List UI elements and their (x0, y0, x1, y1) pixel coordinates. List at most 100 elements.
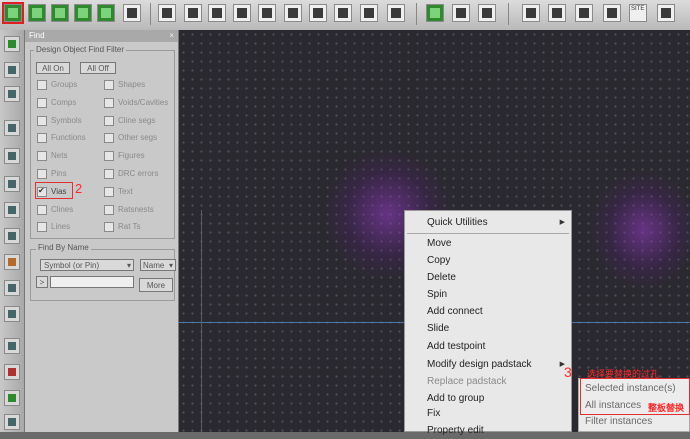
menu-item-copy[interactable]: Copy (405, 252, 571, 269)
object-type-select[interactable]: Symbol (or Pin) ▾ (40, 259, 134, 271)
checkbox-box[interactable] (104, 133, 114, 144)
chart-icon[interactable] (522, 4, 540, 22)
hexagon-icon[interactable] (334, 4, 352, 22)
checkbox-box[interactable] (104, 151, 114, 162)
filter-comps-checkbox[interactable]: Comps (37, 97, 76, 108)
find-arrow-button[interactable]: > (36, 276, 48, 288)
checkbox-box[interactable] (37, 133, 47, 144)
filter-pins-checkbox[interactable]: Pins (37, 169, 67, 179)
site-icon[interactable]: SITE (629, 4, 647, 22)
more-button[interactable]: More (139, 278, 173, 292)
menu-item-add-testpoint[interactable]: Add testpoint (405, 338, 571, 355)
step-2-annotation: 2 (75, 181, 83, 196)
all-off-button[interactable]: All Off (80, 62, 116, 74)
menu-item-spin[interactable]: Spin (405, 286, 571, 303)
dimension-icon[interactable] (478, 4, 496, 22)
measure-icon[interactable] (452, 4, 470, 22)
route-icon[interactable] (4, 120, 20, 136)
checkbox-box[interactable] (37, 97, 47, 108)
filter-cline-segs-checkbox[interactable]: Cline segs (104, 115, 155, 126)
filter-clines-checkbox[interactable]: Clines (37, 204, 73, 215)
menu-item-label: Add testpoint (427, 341, 486, 352)
checkbox-box[interactable] (37, 222, 47, 233)
find-name-input[interactable] (50, 276, 134, 288)
select-all-icon[interactable] (2, 2, 24, 24)
menu-item-fix[interactable]: Fix (405, 405, 571, 422)
filter-voids-cavities-checkbox[interactable]: Voids/Cavities (104, 97, 168, 108)
rotate-icon[interactable] (284, 4, 302, 22)
layer-icon[interactable] (97, 4, 115, 22)
checkbox-label: Figures (118, 151, 145, 161)
checkbox-box[interactable] (104, 222, 114, 233)
name-type-select[interactable]: Name ▾ (140, 259, 176, 271)
blank-tool-icon[interactable] (123, 4, 141, 22)
submenu-item-filter-instances[interactable]: Filter instances (585, 416, 652, 427)
place-icon[interactable] (158, 4, 176, 22)
filter-nets-checkbox[interactable]: Nets (37, 151, 67, 162)
menu-item-replace-padstack[interactable]: Replace padstack (405, 373, 571, 390)
lock-icon[interactable] (426, 4, 444, 22)
layer-icon[interactable] (51, 4, 69, 22)
filter-groups-checkbox[interactable]: Groups (37, 80, 77, 90)
circle-icon[interactable] (208, 4, 226, 22)
layer-icon[interactable] (74, 4, 92, 22)
filter-rat-ts-checkbox[interactable]: Rat Ts (104, 222, 141, 233)
all-on-button[interactable]: All On (36, 62, 70, 74)
add-icon[interactable] (4, 390, 20, 406)
checkbox-box[interactable] (37, 151, 47, 162)
shape-tool-icon[interactable] (4, 228, 20, 244)
checkbox-box[interactable] (37, 80, 47, 90)
rectangle-icon[interactable] (184, 4, 202, 22)
table-icon[interactable] (4, 254, 20, 270)
filter-figures-checkbox[interactable]: Figures (104, 151, 145, 162)
filter-ratsnests-checkbox[interactable]: Ratsnests (104, 204, 154, 215)
line-tool-icon[interactable] (4, 148, 20, 164)
menu-item-quick-utilities[interactable]: Quick Utilities ▶ (405, 214, 571, 231)
shape-icon[interactable] (258, 4, 276, 22)
filter-lines-checkbox[interactable]: Lines (37, 222, 70, 233)
book-icon[interactable] (548, 4, 566, 22)
slash-icon[interactable] (360, 4, 378, 22)
filter-shapes-checkbox[interactable]: Shapes (104, 80, 145, 90)
panel-icon[interactable] (657, 4, 675, 22)
filter-symbols-checkbox[interactable]: Symbols (37, 115, 82, 126)
checkbox-box[interactable] (104, 169, 114, 179)
filter-drc-errors-checkbox[interactable]: DRC errors (104, 169, 158, 179)
checkbox-box[interactable] (104, 115, 114, 126)
checkbox-box[interactable] (37, 115, 47, 126)
filter-text-checkbox[interactable]: Text (104, 186, 133, 197)
checkbox-box[interactable] (104, 186, 114, 197)
fill-icon[interactable] (4, 364, 20, 380)
copy-icon[interactable] (4, 280, 20, 296)
checkbox-box[interactable] (37, 169, 47, 179)
bend-icon[interactable] (4, 176, 20, 192)
green-square-icon[interactable] (4, 36, 20, 52)
layer-icon[interactable] (28, 4, 46, 22)
checkbox-box[interactable] (104, 97, 114, 108)
menu-item-move[interactable]: Move (405, 235, 571, 252)
slide-icon[interactable] (4, 202, 20, 218)
stack-icon[interactable] (387, 4, 405, 22)
draw-line-icon[interactable] (4, 338, 20, 354)
menu-item-modify-design-padstack[interactable]: Modify design padstack ▶ (405, 356, 571, 373)
grid-tool-icon[interactable] (4, 86, 20, 102)
edit-icon[interactable] (4, 414, 20, 430)
camera-icon[interactable] (603, 4, 621, 22)
filter-functions-checkbox[interactable]: Functions (37, 133, 86, 144)
close-icon[interactable]: × (169, 30, 174, 42)
checkbox-box[interactable] (104, 80, 114, 90)
circle-tool-icon[interactable] (4, 62, 20, 78)
menu-item-delete[interactable]: Delete (405, 269, 571, 286)
checkbox-box[interactable] (104, 204, 114, 215)
menu-item-slide[interactable]: Slide (405, 320, 571, 337)
checkbox-box[interactable] (37, 204, 47, 215)
filter-other-segs-checkbox[interactable]: Other segs (104, 133, 157, 144)
find-panel-title: Find (29, 31, 45, 40)
square-icon[interactable] (309, 4, 327, 22)
menu-item-add-connect[interactable]: Add connect (405, 303, 571, 320)
script-icon[interactable] (575, 4, 593, 22)
menu-item-label: Move (427, 238, 452, 249)
menu-item-property-edit[interactable]: Property edit (405, 422, 571, 439)
pointer-icon[interactable] (233, 4, 251, 22)
layer-tool-icon[interactable] (4, 306, 20, 322)
